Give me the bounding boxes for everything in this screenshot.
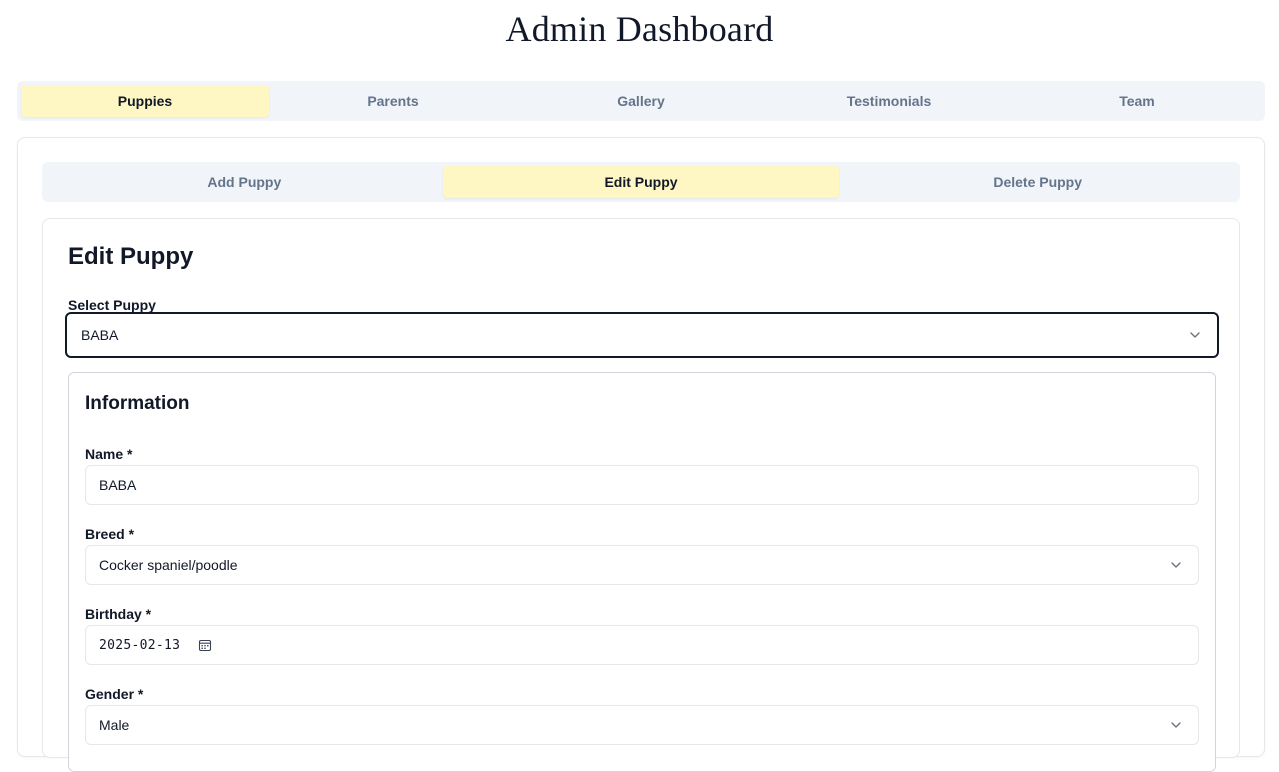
tab-testimonials[interactable]: Testimonials xyxy=(765,85,1013,117)
birthday-value: 2025-02-13 xyxy=(99,637,181,653)
select-puppy-label: Select Puppy xyxy=(68,297,156,313)
gender-select[interactable]: Male xyxy=(85,705,1199,745)
name-value: BABA xyxy=(99,477,137,493)
chevron-down-icon xyxy=(1171,562,1181,568)
puppies-panel: Add Puppy Edit Puppy Delete Puppy Edit P… xyxy=(17,137,1265,772)
tab-team[interactable]: Team xyxy=(1013,85,1261,117)
calendar-icon[interactable] xyxy=(198,638,212,652)
information-section: Information Name * BABA Breed * Cocker s… xyxy=(68,372,1216,772)
breed-select[interactable]: Cocker spaniel/poodle xyxy=(85,545,1199,585)
tab-add-puppy[interactable]: Add Puppy xyxy=(46,166,443,198)
edit-puppy-card: Edit Puppy Select Puppy BABA Information… xyxy=(42,218,1240,772)
chevron-down-icon xyxy=(1171,722,1181,728)
chevron-down-icon xyxy=(1190,332,1200,338)
breed-label: Breed * xyxy=(85,526,135,542)
gender-label: Gender * xyxy=(85,686,144,702)
sub-tab-bar: Add Puppy Edit Puppy Delete Puppy xyxy=(42,162,1240,202)
tab-puppies[interactable]: Puppies xyxy=(21,85,269,117)
breed-value: Cocker spaniel/poodle xyxy=(99,557,238,573)
name-input[interactable]: BABA xyxy=(85,465,1199,505)
name-label: Name * xyxy=(85,446,133,462)
main-tab-bar: Puppies Parents Gallery Testimonials Tea… xyxy=(17,81,1265,121)
tab-delete-puppy[interactable]: Delete Puppy xyxy=(839,166,1236,198)
gender-value: Male xyxy=(99,717,130,733)
select-puppy-value: BABA xyxy=(81,327,119,343)
page-title: Admin Dashboard xyxy=(505,9,774,49)
tab-gallery[interactable]: Gallery xyxy=(517,85,765,117)
edit-puppy-title: Edit Puppy xyxy=(68,243,194,270)
birthday-label: Birthday * xyxy=(85,606,152,622)
tab-parents[interactable]: Parents xyxy=(269,85,517,117)
select-puppy-dropdown[interactable]: BABA xyxy=(65,312,1219,358)
birthday-date-input[interactable]: 2025-02-13 xyxy=(85,625,1199,665)
information-title: Information xyxy=(85,393,190,414)
tab-edit-puppy[interactable]: Edit Puppy xyxy=(442,166,840,198)
